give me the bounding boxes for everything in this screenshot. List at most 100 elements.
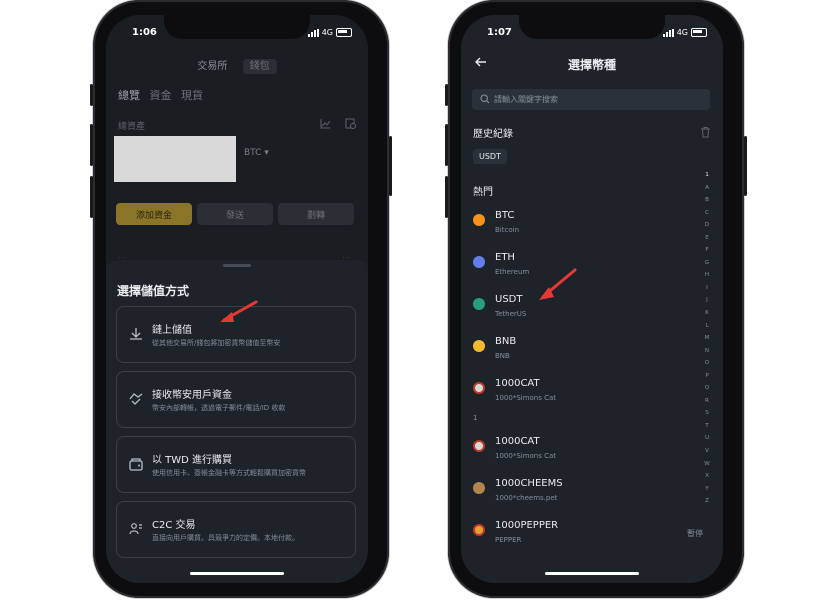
index-letter[interactable]: Q [700, 382, 714, 395]
index-letter[interactable]: X [700, 470, 714, 483]
coin-symbol: BTC [495, 210, 515, 221]
coin-name: TetherUS [495, 310, 527, 318]
option-subtitle: 從其他交易所/錢包將加密貨幣儲值至幣安 [152, 339, 281, 347]
alphabet-index[interactable]: 1 A B C D E F G H I J K L M N O P Q R S … [700, 169, 714, 508]
c2c-trade-option[interactable]: C2C 交易 直接向用戶購買。具競爭力的定價。本地付款。 [116, 501, 356, 558]
hot-label: 熱門 [473, 187, 493, 198]
currency-selector[interactable]: BTC ▾ [244, 148, 269, 158]
list-item[interactable]: 1000CAT 1000*Simons Cat [473, 378, 703, 410]
transfer-button[interactable]: 劃轉 [278, 203, 354, 225]
status-time: 1:06 [132, 27, 157, 38]
coin-name: PEPPER [495, 536, 522, 544]
cat-logo-icon [473, 382, 485, 394]
sheet-handle[interactable] [223, 264, 251, 267]
send-button[interactable]: 發送 [197, 203, 273, 225]
sheet-title: 選擇儲值方式 [117, 284, 190, 298]
index-letter[interactable]: F [700, 244, 714, 257]
index-letter[interactable]: P [700, 370, 714, 383]
index-letter[interactable]: C [700, 207, 714, 220]
list-item[interactable]: USDT TetherUS [473, 294, 703, 326]
status-time: 1:07 [487, 27, 512, 38]
coin-name: Ethereum [495, 268, 530, 276]
coin-symbol: 1000CAT [495, 436, 540, 447]
option-title: 鏈上儲值 [152, 325, 192, 336]
faint-row-left: ... [118, 251, 126, 260]
option-subtitle: 幣安內部轉帳，透過電子郵件/電話/ID 收款 [152, 404, 286, 412]
redacted-balance [114, 136, 236, 182]
cheems-logo-icon [473, 482, 485, 494]
index-letter[interactable]: R [700, 395, 714, 408]
pepper-logo-icon [473, 524, 485, 536]
search-placeholder: 請輸入關鍵字搜索 [494, 95, 558, 104]
bnb-logo-icon [473, 340, 485, 352]
history-chip[interactable]: USDT [473, 149, 507, 164]
network-label: 4G [321, 28, 333, 37]
index-letter[interactable]: B [700, 194, 714, 207]
coin-symbol: ETH [495, 252, 515, 263]
coin-name: BNB [495, 352, 510, 360]
index-letter[interactable]: H [700, 269, 714, 282]
home-indicator[interactable] [545, 572, 639, 575]
list-item[interactable]: 1000PEPPER PEPPER 暫停 [473, 520, 703, 552]
option-title: 以 TWD 進行購買 [152, 455, 233, 466]
left-screen: 1:06 4G 交易所 錢包 總覽 資金 現貨 總資產 BTC ▾ 添加資金 發… [106, 15, 368, 583]
index-letter[interactable]: S [700, 407, 714, 420]
index-letter[interactable]: 1 [700, 169, 714, 182]
segment-wallet[interactable]: 錢包 [242, 59, 277, 74]
list-item[interactable]: BNB BNB [473, 336, 703, 368]
buy-with-twd-option[interactable]: 以 TWD 進行購買 使用信用卡、簽帳金融卡等方式輕鬆購買加密貨幣 [116, 436, 356, 493]
home-indicator[interactable] [190, 572, 284, 575]
coin-symbol: 1000CAT [495, 378, 540, 389]
index-letter[interactable]: J [700, 294, 714, 307]
search-input[interactable]: 請輸入關鍵字搜索 [472, 89, 710, 110]
index-letter[interactable]: K [700, 307, 714, 320]
list-item[interactable]: 1000CAT 1000*Simons Cat [473, 436, 703, 468]
coin-symbol: 1000PEPPER [495, 520, 559, 531]
index-letter[interactable]: T [700, 420, 714, 433]
red-arrow-icon [220, 300, 258, 322]
index-letter[interactable]: G [700, 257, 714, 270]
status-bar: 1:06 4G [106, 27, 368, 41]
trash-icon[interactable] [700, 126, 711, 138]
add-funds-button[interactable]: 添加資金 [116, 203, 192, 225]
list-item[interactable]: BTC Bitcoin [473, 210, 703, 242]
list-item[interactable]: ETH Ethereum [473, 252, 703, 284]
top-segment: 交易所 錢包 [106, 57, 368, 74]
index-letter[interactable]: V [700, 445, 714, 458]
cat-logo-icon [473, 440, 485, 452]
coin-name: 1000*Simons Cat [495, 452, 557, 460]
option-subtitle: 直接向用戶購買。具競爭力的定價。本地付款。 [152, 534, 299, 542]
wallet-icon [129, 458, 143, 471]
index-letter[interactable]: L [700, 320, 714, 333]
coin-symbol: USDT [495, 294, 523, 305]
index-letter[interactable]: Y [700, 483, 714, 496]
index-letter[interactable]: Z [700, 495, 714, 508]
action-buttons: 添加資金 發送 劃轉 [116, 203, 354, 225]
index-letter[interactable]: E [700, 232, 714, 245]
index-letter[interactable]: O [700, 357, 714, 370]
index-letter[interactable]: A [700, 182, 714, 195]
chart-icon[interactable] [320, 118, 331, 129]
tab-spot[interactable]: 現貨 [181, 89, 203, 102]
faint-row-right: ... [342, 251, 350, 260]
tab-funding[interactable]: 資金 [150, 89, 172, 102]
index-letter[interactable]: N [700, 345, 714, 358]
receive-binance-user-option[interactable]: 接收幣安用戶資金 幣安內部轉帳，透過電子郵件/電話/ID 收款 [116, 371, 356, 428]
index-letter[interactable]: D [700, 219, 714, 232]
download-icon [130, 328, 142, 340]
segment-exchange[interactable]: 交易所 [197, 61, 227, 72]
history-icon[interactable] [345, 118, 356, 129]
index-letter[interactable]: W [700, 458, 714, 471]
index-letter[interactable]: M [700, 332, 714, 345]
index-letter[interactable]: I [700, 282, 714, 295]
total-asset-label: 總資產 [118, 122, 146, 132]
right-phone: 1:07 4G 選擇幣種 請輸入關鍵字搜索 歷史紀錄 USDT 熱門 BTC B… [445, 0, 747, 598]
eth-logo-icon [473, 256, 485, 268]
tab-overview[interactable]: 總覽 [118, 89, 140, 102]
red-arrow-icon [539, 268, 577, 300]
page-title: 選擇幣種 [567, 58, 616, 72]
option-title: C2C 交易 [152, 520, 196, 531]
list-item[interactable]: 1000CHEEMS 1000*cheems.pet [473, 478, 703, 510]
option-title: 接收幣安用戶資金 [152, 390, 232, 401]
index-letter[interactable]: U [700, 432, 714, 445]
